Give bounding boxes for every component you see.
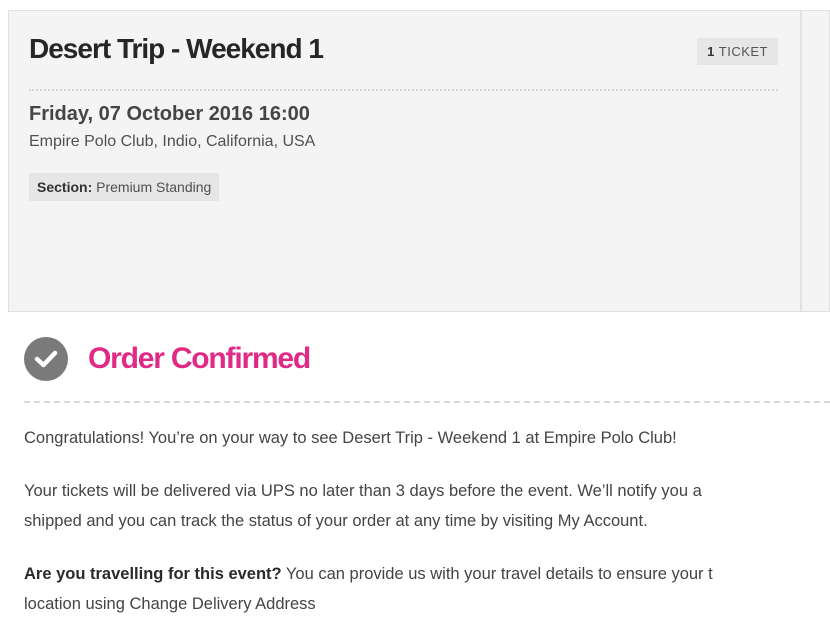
event-venue: Empire Polo Club, Indio, California, USA xyxy=(29,133,316,150)
event-date: Friday, 07 October 2016 16:00 xyxy=(29,103,310,125)
travel-message-line1: Are you travelling for this event? You c… xyxy=(24,559,830,589)
dotted-divider xyxy=(29,89,778,91)
section-tag: Section: Premium Standing xyxy=(29,173,220,201)
ticket-count-label: TICKET xyxy=(718,44,768,59)
event-summary-card: Desert Trip - Weekend 1 1 TICKET Friday,… xyxy=(8,10,830,312)
section-label: Section: xyxy=(37,179,93,195)
section-value: Premium Standing xyxy=(96,179,212,195)
travel-message-line2: location using Change Delivery Address xyxy=(24,595,316,613)
check-circle-icon xyxy=(24,337,68,381)
side-panel xyxy=(802,11,829,311)
travel-question: Are you travelling for this event? xyxy=(24,565,282,583)
ticket-count-number: 1 xyxy=(707,44,715,59)
ticket-count-badge: 1 TICKET xyxy=(697,38,778,65)
delivery-message-line2: shipped and you can track the status of … xyxy=(24,512,648,530)
order-confirmed-title: Order Confirmed xyxy=(88,342,311,375)
delivery-message-line1: Your tickets will be delivered via UPS n… xyxy=(24,482,702,500)
order-confirmed-header: Order Confirmed xyxy=(24,336,311,382)
dashed-divider xyxy=(24,401,830,403)
event-title: Desert Trip - Weekend 1 xyxy=(29,33,324,64)
travel-message-text: You can provide us with your travel deta… xyxy=(281,565,713,583)
congrats-message: Congratulations! You’re on your way to s… xyxy=(24,429,677,447)
event-details-panel: Desert Trip - Weekend 1 1 TICKET Friday,… xyxy=(9,11,802,311)
